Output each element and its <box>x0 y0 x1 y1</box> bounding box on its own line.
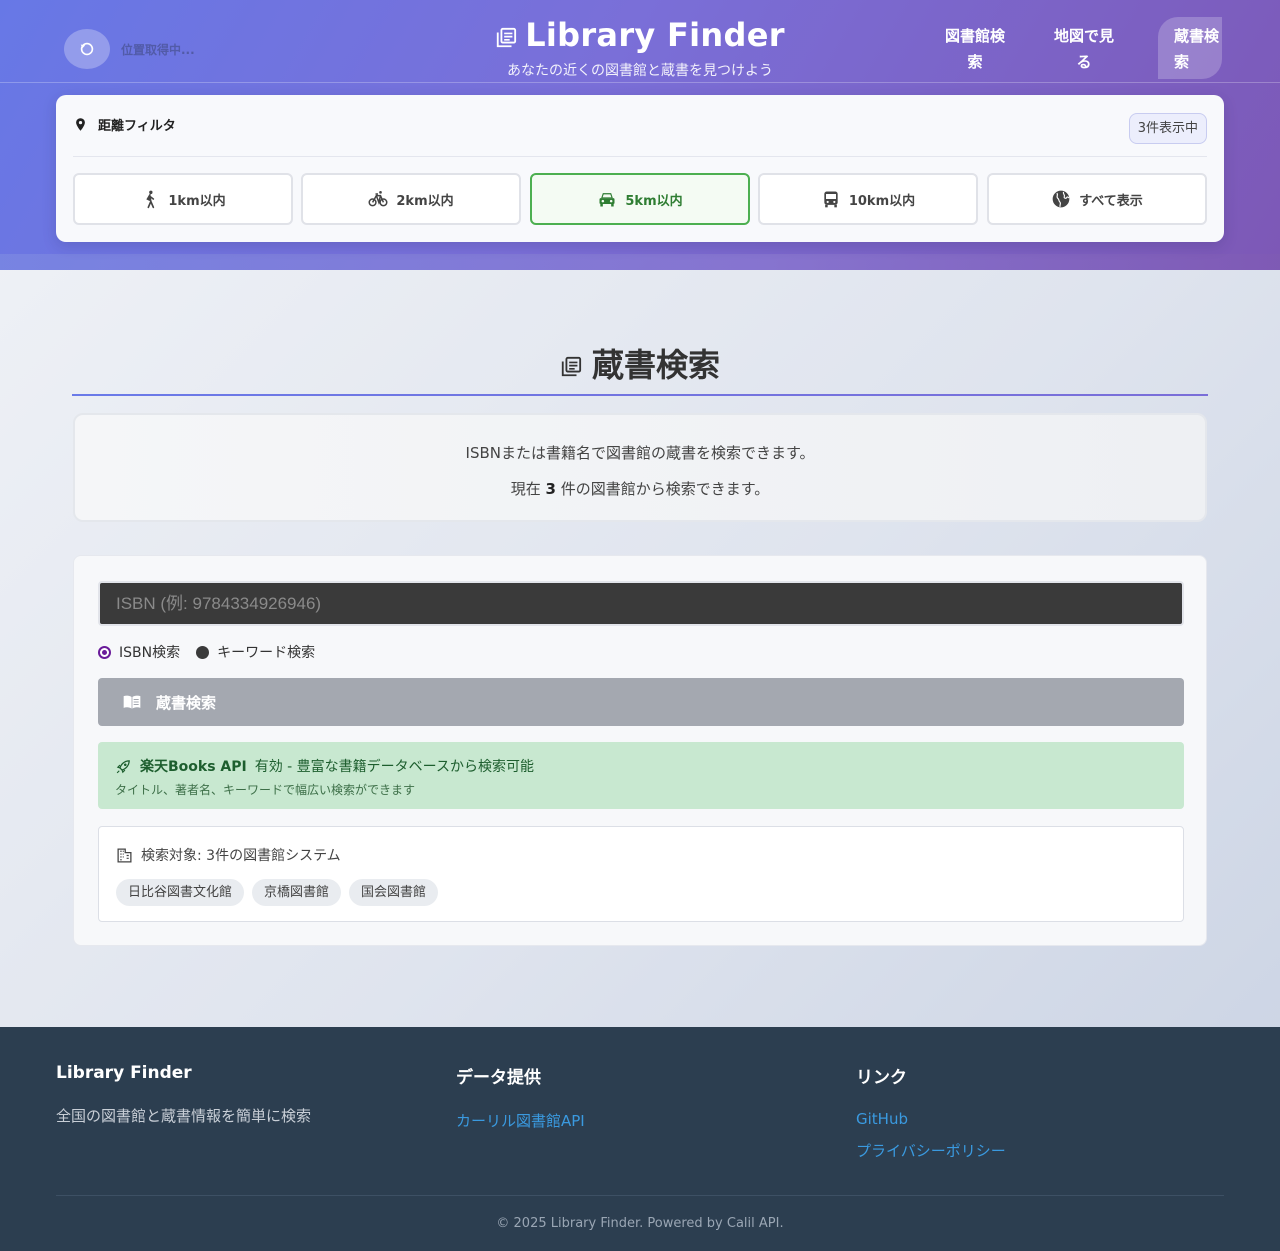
filter-5km-label: 5km以内 <box>625 193 683 209</box>
filter-heading: 距離フィルタ <box>73 115 176 134</box>
filter-1km-button[interactable]: 1km以内 <box>73 173 293 225</box>
filter-5km-button[interactable]: 5km以内 <box>530 173 750 225</box>
footer-about: Library Finder 全国の図書館と蔵書情報を簡単に検索 <box>56 1063 311 1126</box>
bus-icon <box>824 191 838 208</box>
info-suffix: 件の図書館から検索できます。 <box>560 480 770 498</box>
nav-library-search[interactable]: 図書館検索 <box>940 23 1010 75</box>
walk-icon <box>146 190 155 209</box>
footer-about-title: Library Finder <box>56 1063 192 1083</box>
info-prefix: 現在 <box>510 480 541 498</box>
library-tag: 国会図書館 <box>349 879 439 906</box>
rocket-icon <box>116 759 130 773</box>
location-button[interactable] <box>64 29 110 69</box>
filter-2km-label: 2km以内 <box>396 193 454 209</box>
open-book-icon <box>123 695 141 709</box>
globe-icon <box>1052 190 1070 208</box>
brand-title: Library Finder <box>440 16 840 54</box>
brand: Library Finder あなたの近くの図書館と蔵書を見つけよう <box>440 16 840 80</box>
info-line-1: ISBNまたは書籍名で図書館の蔵書を検索できます。 <box>465 444 815 462</box>
app-title: Library Finder <box>525 16 785 54</box>
filter-all-label: すべて表示 <box>1079 193 1143 209</box>
library-books-icon <box>497 27 517 48</box>
building-icon <box>117 847 132 863</box>
nav-map-view[interactable]: 地図で見る <box>1049 23 1119 75</box>
book-search-button-label: 蔵書検索 <box>156 693 217 712</box>
search-targets: 検索対象: 3件の図書館システム 日比谷図書文化館 京橋図書館 国会図書館 <box>98 826 1184 922</box>
library-tag-list: 日比谷図書文化館 京橋図書館 国会図書館 <box>116 879 439 906</box>
header-divider <box>0 82 1280 83</box>
calil-api-link[interactable]: カーリル図書館API <box>456 1110 585 1131</box>
result-count-badge: 3件表示中 <box>1128 113 1207 144</box>
header-band <box>0 254 1280 270</box>
footer-divider <box>56 1195 1224 1196</box>
bicycle-icon <box>368 191 388 207</box>
search-targets-heading-text: 検索対象: 3件の図書館システム <box>141 848 341 864</box>
search-targets-heading: 検索対象: 3件の図書館システム <box>116 845 341 865</box>
info-line-2: 現在 3 件の図書館から検索できます。 <box>75 478 1205 499</box>
car-icon <box>599 193 615 207</box>
header: 位置取得中... Library Finder あなたの近くの図書館と蔵書を見つ… <box>0 0 1280 270</box>
keyword-mode-label[interactable]: キーワード検索 <box>217 642 315 662</box>
search-mode-group: ISBN検索 キーワード検索 <box>98 642 315 662</box>
filter-10km-button[interactable]: 10km以内 <box>758 173 978 225</box>
nav-book-search[interactable]: 蔵書検索 <box>1158 17 1222 79</box>
keyword-mode-radio[interactable] <box>196 645 210 659</box>
library-count: 3 <box>545 480 556 498</box>
api-status-text: 有効 - 豊富な書籍データベースから検索可能 <box>254 759 534 775</box>
api-notice-line: 楽天Books API 有効 - 豊富な書籍データベースから検索可能 <box>115 756 1184 776</box>
github-link[interactable]: GitHub <box>856 1110 1006 1128</box>
filter-all-button[interactable]: すべて表示 <box>987 173 1207 225</box>
map-pin-icon <box>76 118 85 131</box>
api-name: 楽天Books API <box>140 759 247 775</box>
isbn-mode-label[interactable]: ISBN検索 <box>119 642 180 662</box>
filter-divider <box>73 156 1207 157</box>
filter-1km-label: 1km以内 <box>168 193 226 209</box>
isbn-mode-radio[interactable] <box>98 645 111 659</box>
copyright: © 2025 Library Finder. Powered by Calil … <box>496 1216 784 1231</box>
search-panel: ISBN検索 キーワード検索 蔵書検索 楽天Books API 有効 - 豊富な… <box>73 555 1207 946</box>
location-status: 位置取得中... <box>121 43 195 57</box>
library-tag: 日比谷図書文化館 <box>116 879 245 906</box>
footer-links: リンク GitHub プライバシーポリシー <box>856 1063 1006 1161</box>
footer-data: データ提供 カーリル図書館API <box>456 1063 585 1131</box>
filter-10km-label: 10km以内 <box>848 193 916 209</box>
footer-about-text: 全国の図書館と蔵書情報を簡単に検索 <box>56 1107 312 1125</box>
filter-title: 距離フィルタ <box>98 119 176 134</box>
section-underline <box>72 394 1208 396</box>
app-subtitle: あなたの近くの図書館と蔵書を見つけよう <box>507 63 773 79</box>
section-title: 蔵書検索 <box>72 340 1208 386</box>
footer-data-title: データ提供 <box>456 1068 541 1088</box>
footer: Library Finder 全国の図書館と蔵書情報を簡単に検索 データ提供 カ… <box>0 1027 1280 1251</box>
isbn-search-input[interactable] <box>98 581 1184 626</box>
footer-links-title: リンク <box>856 1068 907 1088</box>
refresh-location-icon <box>80 42 94 56</box>
api-notice-sub: タイトル、著者名、キーワードで幅広い検索ができます <box>115 783 416 797</box>
info-box: ISBNまたは書籍名で図書館の蔵書を検索できます。 現在 3 件の図書館から検索… <box>73 413 1207 522</box>
library-books-icon <box>561 356 582 377</box>
privacy-policy-link[interactable]: プライバシーポリシー <box>856 1140 1006 1161</box>
book-search-button[interactable]: 蔵書検索 <box>98 678 1184 726</box>
api-notice: 楽天Books API 有効 - 豊富な書籍データベースから検索可能 タイトル、… <box>98 742 1184 809</box>
section-title-text: 蔵書検索 <box>591 346 720 384</box>
filter-2km-button[interactable]: 2km以内 <box>301 173 521 225</box>
distance-filter-card: 距離フィルタ 3件表示中 1km以内 2km以内 5km以内 10km以内 すべ… <box>56 95 1224 242</box>
library-tag: 京橋図書館 <box>252 879 342 906</box>
